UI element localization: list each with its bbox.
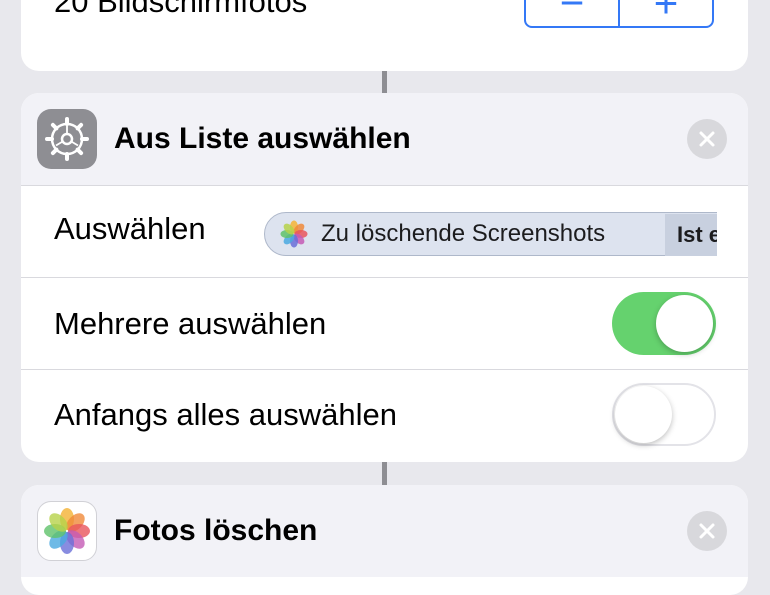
variable-token-suffix: Ist e <box>665 214 717 256</box>
minus-icon: − <box>559 0 585 26</box>
settings-gear-icon <box>37 109 97 169</box>
flow-connector <box>382 71 387 93</box>
photos-app-icon <box>37 501 97 561</box>
action-title: Fotos löschen <box>114 514 318 547</box>
select-row: Auswählen Zu löschende Screenshots Ist e <box>21 186 748 278</box>
action-header[interactable]: Aus Liste auswählen <box>21 93 748 186</box>
select-multiple-row: Mehrere auswählen <box>21 278 748 370</box>
delete-photos-action-card: Fotos löschen <box>21 485 748 595</box>
select-multiple-label: Mehrere auswählen <box>54 306 327 341</box>
variable-token[interactable]: Zu löschende Screenshots Ist e <box>264 212 717 256</box>
remove-action-button[interactable] <box>687 119 727 159</box>
photos-icon <box>280 220 308 248</box>
select-multiple-toggle[interactable] <box>612 292 716 355</box>
plus-icon: + <box>653 0 679 26</box>
remove-action-button[interactable] <box>687 511 727 551</box>
select-all-initially-toggle[interactable] <box>612 383 716 446</box>
select-label: Auswählen <box>54 211 206 246</box>
flow-connector <box>382 462 387 485</box>
close-icon <box>699 523 715 539</box>
variable-token-label: Zu löschende Screenshots <box>321 220 606 247</box>
get-screenshots-action-card: 20 Bildschirmfotos − + <box>21 0 748 71</box>
close-icon <box>699 131 715 147</box>
action-title: Aus Liste auswählen <box>114 122 411 155</box>
choose-from-list-action-card: Aus Liste auswählen Auswählen Zu löschen… <box>21 93 748 462</box>
list-variable-field[interactable]: Zu löschende Screenshots Ist e <box>264 212 717 258</box>
decrement-button[interactable]: − <box>526 0 618 26</box>
increment-button[interactable]: + <box>620 0 712 26</box>
count-stepper: − + <box>524 0 714 28</box>
toggle-knob <box>615 386 672 443</box>
toggle-knob <box>656 295 713 352</box>
screenshot-count-label: 20 Bildschirmfotos <box>54 0 308 19</box>
select-all-initially-label: Anfangs alles auswählen <box>54 397 397 432</box>
action-header[interactable]: Fotos löschen <box>21 485 748 577</box>
select-all-initially-row: Anfangs alles auswählen <box>21 369 748 460</box>
